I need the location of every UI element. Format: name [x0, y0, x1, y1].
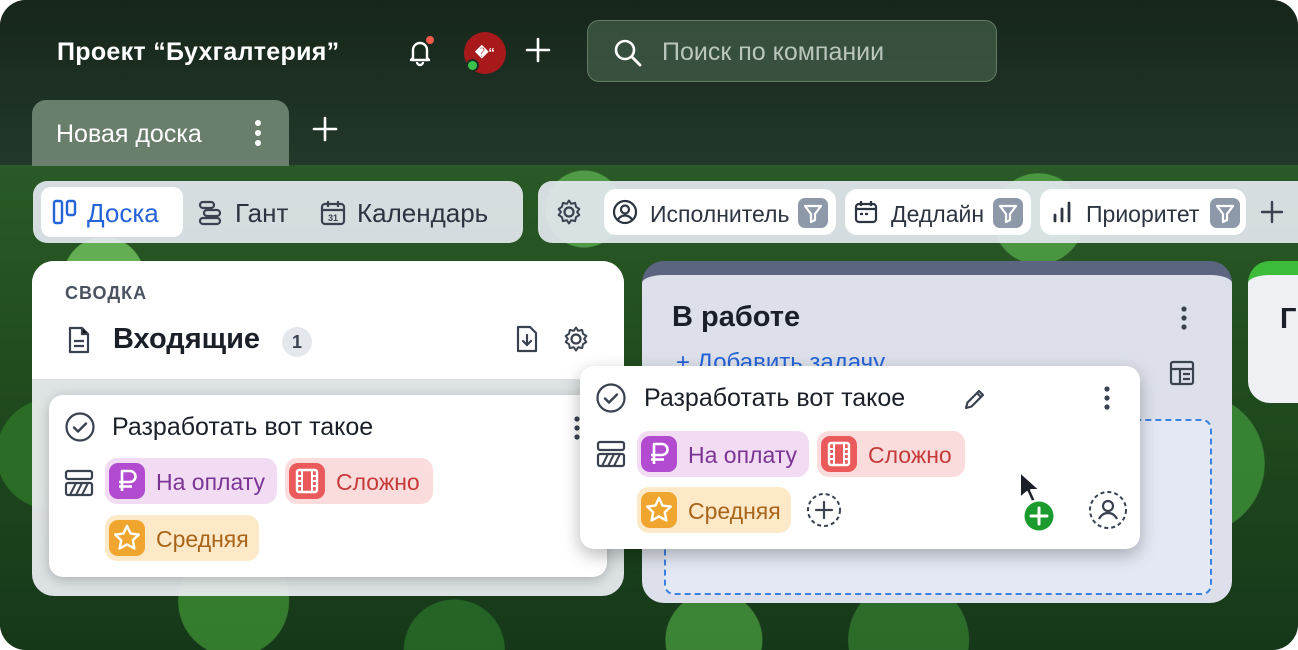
filter-bar: Исполнитель Дедлайн Приоритет	[538, 181, 1298, 243]
view-label: Доска	[87, 198, 159, 228]
ruble-icon	[109, 463, 145, 499]
column-count-badge: 1	[282, 327, 312, 357]
view-tab-gantt[interactable]: Гант	[191, 187, 301, 237]
tag-label: Средняя	[688, 498, 781, 524]
add-tab-button[interactable]	[312, 116, 338, 148]
ruble-icon	[641, 436, 677, 472]
more-vertical-icon[interactable]	[1103, 385, 1111, 411]
gear-icon[interactable]	[555, 198, 583, 226]
document-icon	[68, 326, 90, 354]
search-icon	[614, 39, 642, 67]
tag-label: На оплату	[156, 469, 266, 495]
download-doc-icon[interactable]	[514, 324, 540, 354]
filter-deadline[interactable]: Дедлайн	[845, 189, 1031, 235]
filter-label: Дедлайн	[891, 201, 985, 227]
film-icon	[289, 463, 325, 499]
plus-icon	[525, 37, 551, 63]
tags-icon	[64, 469, 94, 497]
app-window: Проект “Бухгалтерия” �“ Новая доска Дос	[0, 0, 1298, 650]
tag-payment[interactable]: На оплату	[637, 431, 809, 477]
view-label: Гант	[235, 198, 289, 228]
drag-copy-cursor-icon	[1019, 471, 1056, 533]
project-title[interactable]: Проект “Бухгалтерия”	[57, 38, 339, 67]
board-icon	[52, 199, 77, 225]
tag-label: Сложно	[336, 469, 420, 495]
gantt-icon	[198, 200, 222, 226]
funnel-icon[interactable]	[798, 198, 828, 228]
filter-assignee[interactable]: Исполнитель	[604, 189, 836, 235]
tags-icon	[596, 440, 626, 468]
task-title: Разработать вот такое	[644, 384, 906, 412]
avatar-text: �“	[475, 45, 495, 60]
check-circle-icon[interactable]	[595, 382, 627, 414]
tag-label: На оплату	[688, 442, 798, 468]
search-input[interactable]	[660, 33, 984, 71]
more-vertical-icon[interactable]	[1180, 305, 1188, 331]
tab-label: Новая доска	[56, 120, 202, 148]
funnel-icon[interactable]	[993, 198, 1023, 228]
top-bar: Проект “Бухгалтерия” �“ Новая доска	[0, 0, 1298, 166]
user-circle-icon	[612, 199, 638, 225]
filter-priority[interactable]: Приоритет	[1040, 189, 1246, 235]
add-tag-icon[interactable]	[806, 492, 842, 528]
column-title: Входящие	[113, 323, 261, 355]
gear-icon[interactable]	[562, 325, 590, 353]
layout-icon[interactable]	[1168, 359, 1196, 387]
tag-priority[interactable]: Средняя	[105, 515, 259, 561]
avatar[interactable]: �“	[464, 32, 506, 74]
tag-priority[interactable]: Средняя	[637, 487, 791, 533]
filter-label: Приоритет	[1086, 201, 1200, 227]
task-title: Разработать вот такое	[112, 413, 374, 441]
assign-user-icon[interactable]	[1088, 490, 1128, 530]
add-filter-plus-icon[interactable]	[1260, 200, 1284, 224]
search-box[interactable]	[587, 20, 997, 82]
tag-label: Сложно	[868, 442, 952, 468]
tab-board[interactable]: Новая доска	[32, 100, 289, 166]
view-tab-calendar[interactable]: 31 Календарь	[311, 187, 511, 237]
tag-complexity[interactable]: Сложно	[817, 431, 965, 477]
tag-label: Средняя	[156, 526, 249, 552]
view-label: Календарь	[357, 198, 489, 228]
check-circle-icon[interactable]	[64, 411, 96, 443]
task-card[interactable]: Разработать вот такое На оплату Сложно С…	[49, 395, 607, 577]
tag-complexity[interactable]: Сложно	[285, 458, 433, 504]
svg-text:31: 31	[328, 213, 338, 223]
column-title: В работе	[672, 301, 801, 333]
star-icon	[641, 492, 677, 528]
pencil-icon[interactable]	[962, 386, 988, 412]
notification-dot	[426, 36, 434, 44]
film-icon	[821, 436, 857, 472]
column-partial: Г	[1248, 261, 1298, 403]
calendar-icon	[854, 201, 878, 224]
filter-label: Исполнитель	[650, 201, 790, 227]
column-header: СВОДКА Входящие 1	[32, 261, 624, 379]
tag-payment[interactable]: На оплату	[105, 458, 277, 504]
star-icon	[109, 520, 145, 556]
calendar-icon: 31	[320, 201, 346, 226]
column-title: Г	[1280, 303, 1297, 335]
online-status-dot	[466, 59, 479, 72]
view-switcher: Доска Гант 31 Календарь	[33, 181, 523, 243]
column-overline: СВОДКА	[65, 283, 148, 303]
plus-icon	[312, 116, 338, 142]
more-vertical-icon[interactable]	[254, 118, 262, 148]
bell-icon[interactable]	[404, 36, 436, 68]
add-member-button[interactable]	[524, 36, 552, 69]
bar-chart-icon	[1053, 201, 1071, 223]
funnel-icon[interactable]	[1210, 198, 1240, 228]
view-tab-board[interactable]: Доска	[41, 187, 183, 237]
